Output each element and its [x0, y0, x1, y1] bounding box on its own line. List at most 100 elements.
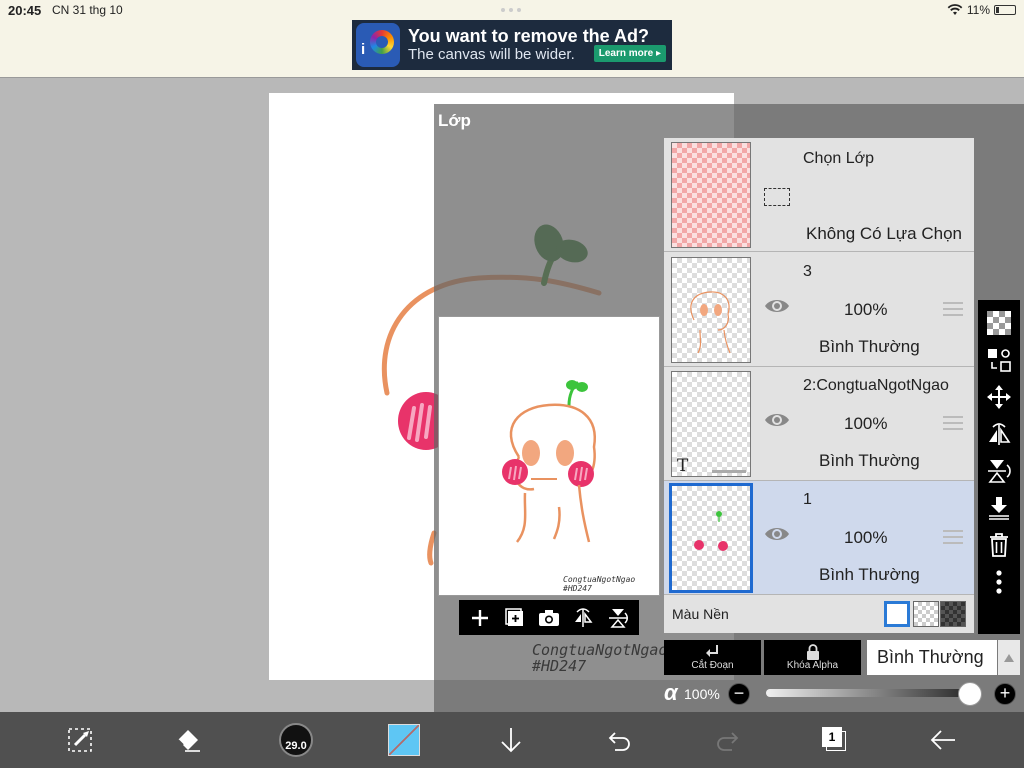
layer-opacity: 100% — [844, 414, 888, 433]
wifi-icon — [947, 4, 963, 15]
more-vertical-icon — [996, 569, 1002, 594]
transform-icon — [988, 348, 1011, 372]
layer-blend-mode: Bình Thường — [819, 337, 920, 356]
visibility-eye-icon[interactable] — [764, 525, 790, 543]
layer-name: 3 — [803, 263, 812, 280]
flip-horizontal-tool-button[interactable] — [981, 415, 1017, 452]
opacity-value: 100% — [684, 686, 720, 702]
merge-down-button[interactable] — [981, 489, 1017, 526]
preview-watermark: CongtuaNgotNgao #HD247 — [563, 575, 636, 593]
clip-button[interactable]: Cắt Đoạn — [664, 640, 761, 675]
layer-opacity: 100% — [844, 528, 888, 547]
background-color-label: Màu Nền — [672, 606, 729, 622]
preview-artwork — [502, 380, 597, 543]
undo-button[interactable] — [600, 720, 640, 760]
add-layer-button[interactable] — [467, 605, 493, 631]
layer-blend-mode: Bình Thường — [819, 565, 920, 584]
copy-layer-icon — [504, 607, 523, 626]
delete-layer-button[interactable] — [981, 526, 1017, 563]
background-dark-option[interactable] — [940, 601, 966, 627]
background-white-option[interactable] — [884, 601, 910, 627]
move-arrows-icon — [987, 384, 1011, 409]
more-options-button[interactable] — [981, 563, 1017, 600]
layer-row-2[interactable]: T 2:CongtuaNgotNgao 100% Bình Thường — [664, 367, 974, 481]
drag-handle-icon[interactable] — [943, 302, 963, 316]
brush-size-indicator: 29.0 — [279, 723, 313, 757]
scroll-down-button[interactable] — [491, 720, 531, 760]
blend-mode-select[interactable]: Bình Thường — [867, 640, 997, 675]
plus-icon — [472, 609, 489, 626]
flip-horizontal-icon — [989, 422, 1011, 445]
canvas-watermark: CongtuaNgotNgao #HD247 — [532, 641, 668, 675]
selection-layer-title: Chọn Lớp — [803, 150, 874, 167]
duplicate-layer-button[interactable] — [502, 605, 528, 631]
blend-mode-dropdown[interactable] — [998, 640, 1020, 675]
layer-opacity: 100% — [844, 300, 888, 319]
brush-size-button[interactable]: 29.0 — [276, 720, 316, 760]
camera-icon — [538, 609, 559, 626]
alpha-symbol: α — [664, 680, 678, 705]
layers-icon: 1 — [822, 727, 848, 753]
status-bar: 20:45 CN 31 thg 10 11% i You want to rem… — [0, 0, 1024, 78]
selection-tool-button[interactable] — [60, 720, 100, 760]
redo-button[interactable] — [707, 720, 747, 760]
status-date: CN 31 thg 10 — [52, 3, 123, 17]
layer-row-1[interactable]: 1 100% Bình Thường — [664, 481, 974, 595]
ad-learn-more-button[interactable]: Learn more ▸ — [593, 45, 666, 62]
checkerboard-icon — [987, 310, 1011, 335]
ad-title: You want to remove the Ad? — [408, 26, 650, 46]
back-button[interactable] — [923, 720, 963, 760]
layer-thumbnail — [669, 483, 753, 593]
layer-count: 1 — [822, 727, 842, 747]
eraser-tool-button[interactable] — [168, 720, 208, 760]
selection-layer-row[interactable]: Chọn Lớp Không Có Lựa Chọn — [664, 138, 974, 252]
move-button[interactable] — [981, 378, 1017, 415]
color-picker-button[interactable] — [384, 720, 424, 760]
transform-button[interactable] — [981, 341, 1017, 378]
app-logo-icon: i — [356, 23, 400, 67]
ad-banner[interactable]: i You want to remove the Ad? The canvas … — [352, 20, 672, 70]
clip-arrow-icon — [705, 645, 718, 657]
text-layer-preview — [712, 470, 746, 473]
selection-thumbnail — [671, 142, 751, 248]
drag-handle-icon[interactable] — [943, 416, 963, 430]
drag-handle-icon[interactable] — [943, 530, 963, 544]
opacity-increase-button[interactable]: + — [994, 683, 1016, 705]
layer-name: 2:CongtuaNgotNgao — [803, 377, 949, 394]
opacity-decrease-button[interactable]: − — [728, 683, 750, 705]
battery-icon — [994, 5, 1016, 15]
flip-horizontal-icon — [575, 607, 593, 627]
layer-list: Chọn Lớp Không Có Lựa Chọn 3 100% Bình T… — [664, 138, 974, 633]
selection-marquee-icon — [764, 188, 790, 206]
flip-vertical-icon — [988, 459, 1011, 483]
layer-preview-toolbar — [459, 600, 639, 635]
lock-icon — [806, 644, 819, 660]
visibility-eye-icon[interactable] — [764, 297, 790, 315]
eraser-icon — [177, 730, 200, 752]
status-right: 11% — [947, 3, 1016, 17]
alpha-lock-button[interactable]: Khóa Alpha — [764, 640, 861, 675]
background-color-row: Màu Nền — [664, 596, 974, 633]
caret-up-icon — [1004, 653, 1014, 662]
layer-3-thumb-art — [690, 291, 731, 354]
flip-vertical-button[interactable] — [605, 605, 631, 631]
layer-panel-title: Lớp — [438, 111, 471, 130]
background-transparent-option[interactable] — [913, 601, 939, 627]
import-photo-button[interactable] — [536, 605, 562, 631]
clip-label: Cắt Đoạn — [691, 660, 734, 671]
multitask-grabber[interactable] — [501, 8, 523, 12]
arrow-left-icon — [930, 730, 955, 750]
layer-preview[interactable]: CongtuaNgotNgao #HD247 — [438, 316, 660, 596]
visibility-eye-icon[interactable] — [764, 411, 790, 429]
opacity-slider-knob[interactable] — [958, 682, 982, 706]
flip-horizontal-button[interactable] — [570, 605, 596, 631]
flip-vertical-tool-button[interactable] — [981, 452, 1017, 489]
layer-row-3[interactable]: 3 100% Bình Thường — [664, 253, 974, 367]
opacity-control: α 100% − + — [664, 680, 1020, 710]
undo-icon — [608, 732, 630, 751]
trash-icon — [990, 532, 1008, 557]
opacity-slider[interactable] — [766, 689, 976, 697]
layers-button[interactable]: 1 — [815, 720, 855, 760]
layer-tools-column — [978, 300, 1020, 634]
transparency-button[interactable] — [981, 304, 1017, 341]
